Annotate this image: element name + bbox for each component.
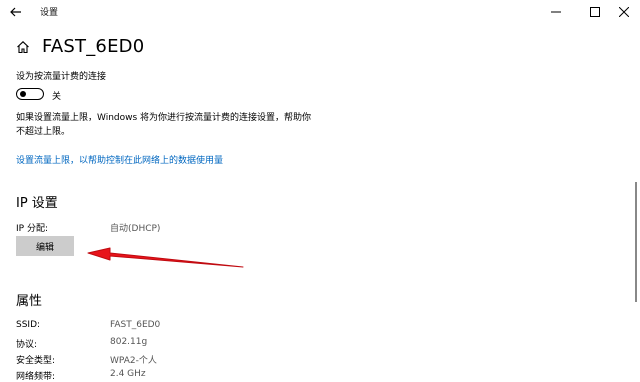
prop-value-band: 2.4 GHz: [110, 369, 146, 379]
scrollbar[interactable]: [635, 182, 637, 302]
metered-description: 如果设置流量上限，Windows 将为你进行按流量计费的连接设置，帮助你不超过上…: [16, 113, 312, 137]
properties-heading: 属性: [16, 294, 43, 309]
close-icon: [619, 7, 629, 17]
back-arrow-icon: [10, 7, 21, 17]
toggle-knob: [20, 91, 26, 97]
metered-connection-toggle[interactable]: [16, 88, 44, 100]
close-button[interactable]: [613, 2, 635, 22]
home-icon[interactable]: [16, 40, 30, 54]
edit-ip-button[interactable]: 编辑: [16, 236, 74, 256]
data-limit-link[interactable]: 设置流量上限，以帮助控制在此网络上的数据使用量: [16, 153, 223, 166]
window-title: 设置: [40, 8, 59, 18]
prop-label-security: 安全类型:: [16, 356, 56, 366]
toggle-state-text: 关: [52, 92, 62, 102]
minimize-button[interactable]: [545, 2, 567, 22]
prop-label-protocol: 协议:: [16, 340, 38, 350]
minimize-icon: [551, 11, 561, 13]
ip-settings-heading: IP 设置: [16, 196, 58, 211]
ip-assignment-label: IP 分配:: [16, 224, 48, 234]
maximize-icon: [590, 7, 600, 17]
prop-value-security: WPA2-个人: [110, 356, 157, 366]
red-arrow-annotation: [87, 247, 244, 268]
page-title: FAST_6ED0: [42, 36, 145, 57]
title-bar: 设置: [0, 0, 640, 24]
prop-value-protocol: 802.11g: [110, 337, 148, 347]
prop-label-ssid: SSID:: [16, 320, 41, 330]
metered-connection-label: 设为按流量计费的连接: [16, 72, 107, 82]
back-button[interactable]: [6, 3, 26, 21]
ip-assignment-value: 自动(DHCP): [110, 224, 161, 234]
maximize-button[interactable]: [584, 2, 606, 22]
prop-value-ssid: FAST_6ED0: [110, 320, 161, 330]
